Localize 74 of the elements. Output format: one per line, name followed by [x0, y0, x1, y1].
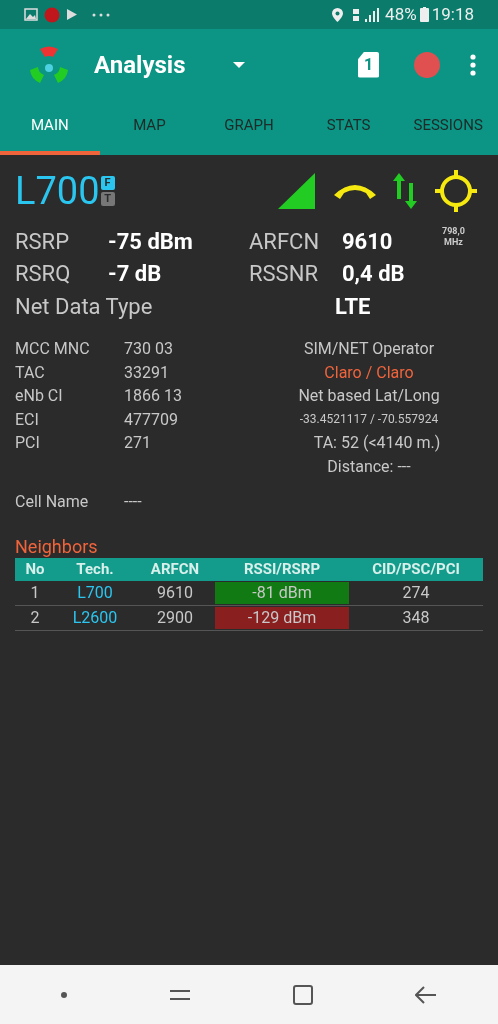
more-icon	[92, 12, 110, 17]
image-icon	[24, 8, 38, 21]
signal-strength-icon	[278, 173, 315, 209]
app-title[interactable]: Analysis	[94, 46, 186, 83]
table-cell-text: 9610	[156, 582, 194, 604]
info-label: TAC	[15, 361, 46, 384]
menu-icon[interactable]	[470, 53, 476, 76]
table-cell-text: L2600	[71, 607, 119, 629]
operator-label: SIM/NET Operator	[303, 338, 435, 360]
home-icon[interactable]	[293, 984, 313, 1005]
metric-label: Net Data Type	[15, 292, 154, 321]
section-title: Neighbors	[15, 536, 99, 558]
info-value: 33291	[124, 361, 169, 384]
band-badge: T	[100, 192, 115, 206]
metric-value: 9610	[342, 227, 394, 256]
metric-label: ARFCN	[249, 227, 321, 256]
app-logo-icon	[28, 44, 70, 85]
column-header: Tech.	[75, 559, 115, 581]
data-transfer-icon	[392, 173, 418, 209]
info-value: 1866 13	[124, 385, 182, 407]
frequency-unit: MHz	[444, 237, 463, 248]
table-cell-text: 2900	[156, 607, 194, 629]
tab[interactable]: SESSIONS	[398, 100, 498, 155]
table-cell-text: L700	[76, 582, 114, 604]
metric-label: RSRQ	[15, 259, 72, 288]
column-header: ARFCN	[149, 559, 201, 581]
sim-card-icon[interactable]: 1	[358, 51, 379, 78]
band-badge: F	[100, 176, 115, 190]
info-label: Cell Name	[15, 491, 90, 513]
latlong-label: Net based Lat/Long	[298, 385, 440, 407]
battery-percent: 48%	[385, 2, 417, 26]
frequency-value: 798,0	[442, 226, 465, 237]
info-label: PCI	[15, 432, 41, 454]
dropdown-caret-icon[interactable]	[233, 61, 246, 68]
metric-label: RSRP	[15, 227, 71, 256]
table-cell-text: 274	[401, 582, 431, 604]
info-value: ----	[124, 491, 142, 513]
back-icon[interactable]	[415, 985, 437, 1004]
metric-value: 0,4 dB	[342, 259, 406, 288]
metric-value: -7 dB	[108, 259, 162, 288]
timing-advance: TA: 52 (<4140 m.)	[312, 432, 441, 454]
dot-icon[interactable]	[61, 991, 67, 998]
tab[interactable]: GRAPH	[199, 100, 299, 155]
table-cell-text: 2	[29, 607, 41, 629]
latlong-value: -33.4521117 / -70.557924	[299, 410, 439, 428]
column-header: No	[24, 559, 46, 581]
info-label: MCC MNC	[15, 338, 91, 360]
operator-value: Claro / Claro	[324, 361, 414, 384]
crosshair-icon	[435, 170, 477, 212]
distance: Distance: ---	[327, 455, 411, 478]
signal-cell: -81 dBm	[215, 582, 349, 604]
info-value: 730 03	[124, 338, 173, 360]
technology-label: L700	[15, 172, 100, 210]
location-icon	[332, 7, 344, 22]
column-header: CID/PSC/PCI	[371, 559, 461, 581]
info-value: 477709	[124, 408, 178, 431]
tab[interactable]: STATS	[298, 100, 399, 155]
table-cell-text: 1	[29, 582, 41, 604]
column-header: RSSI/RSRP	[242, 559, 322, 581]
play-icon	[66, 8, 78, 21]
info-label: eNb CI	[15, 385, 64, 407]
signal-icon	[353, 7, 382, 22]
battery-icon	[419, 7, 429, 22]
metric-label: RSSNR	[249, 259, 319, 288]
clock: 19:18	[431, 2, 474, 26]
metric-value: -75 dBm	[108, 227, 193, 256]
app-icon	[44, 6, 60, 23]
table-cell-text: 348	[401, 607, 431, 629]
signal-cell: -129 dBm	[215, 607, 349, 629]
info-label: ECI	[15, 408, 40, 431]
metric-value: LTE	[335, 292, 371, 321]
tab[interactable]: MAP	[99, 100, 200, 155]
info-value: 271	[124, 432, 151, 454]
tab[interactable]: MAIN	[0, 100, 100, 155]
